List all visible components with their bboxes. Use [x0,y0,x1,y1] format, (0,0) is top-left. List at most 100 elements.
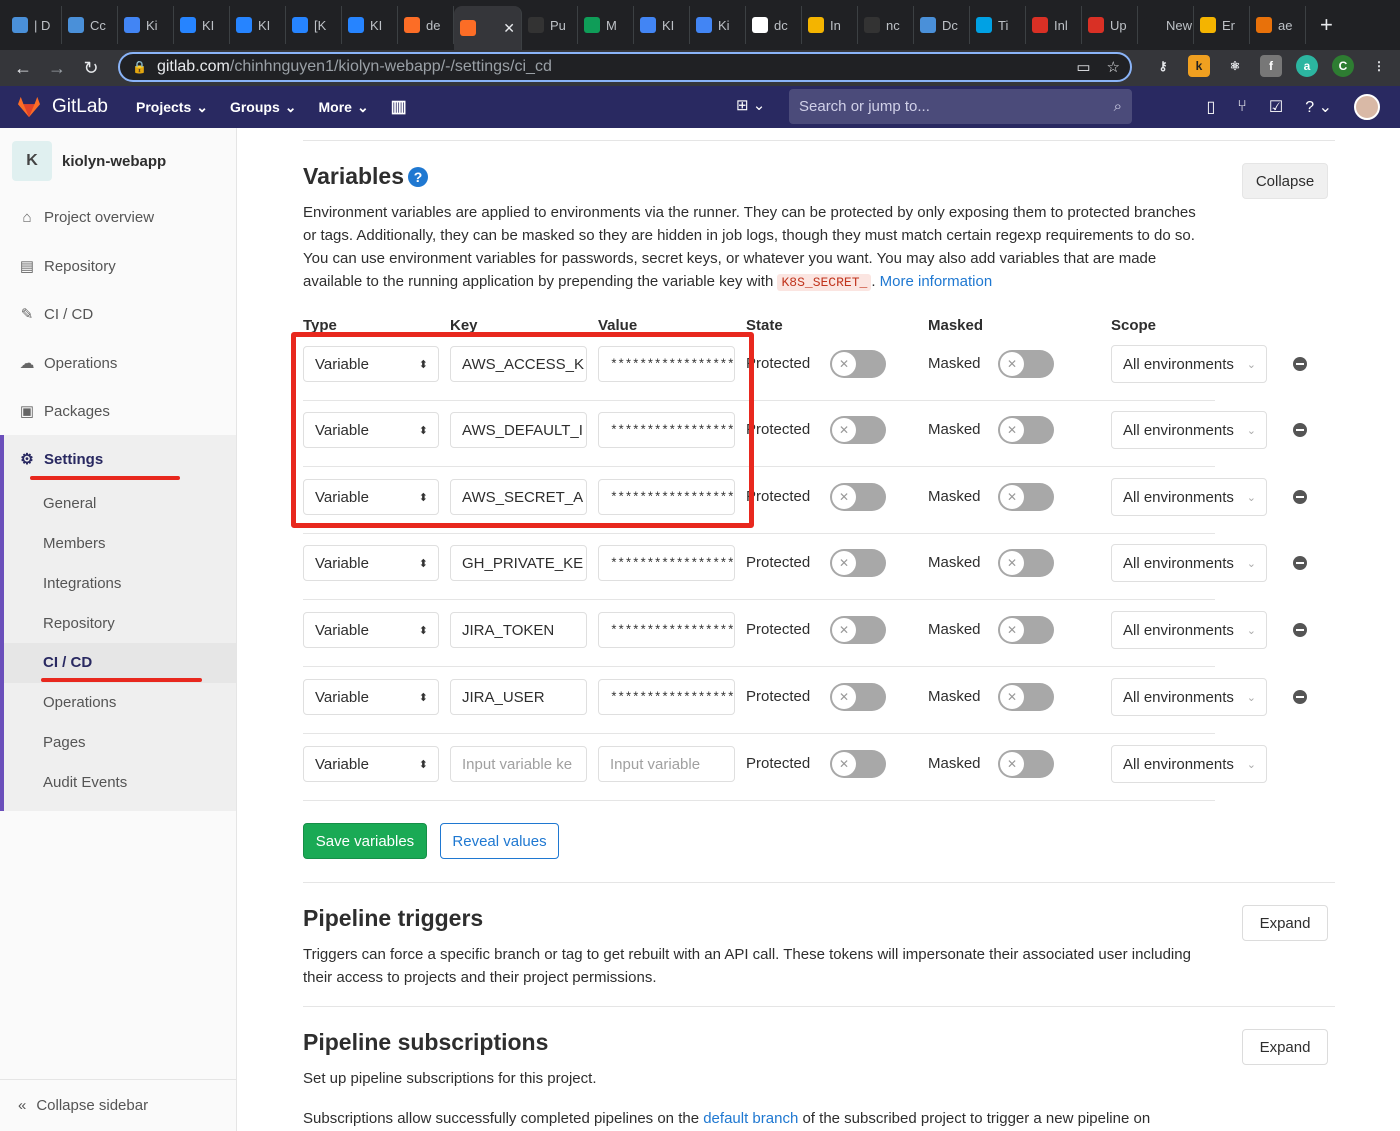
activity-chart-icon[interactable]: ▥ [391,97,407,117]
browser-tab[interactable]: Er [1194,6,1250,44]
merge-requests-icon[interactable]: ⑂ [1237,98,1247,116]
reload-icon[interactable]: ↻ [74,58,108,79]
sidebar-sub-pages[interactable]: Pages [43,734,86,751]
sidebar-sub-general[interactable]: General [43,495,96,512]
collapse-button[interactable]: Collapse [1242,163,1328,199]
browser-tab[interactable]: Cc [62,6,118,44]
more-menu[interactable]: More ⌄ [318,99,368,116]
browser-tab[interactable]: KI [174,6,230,44]
sidebar-sub-repository[interactable]: Repository [43,615,115,632]
remove-variable-icon[interactable] [1293,357,1307,371]
scope-dropdown[interactable]: All environments ⌄ [1111,544,1267,582]
scope-dropdown[interactable]: All environments ⌄ [1111,611,1267,649]
more-information-link[interactable]: More information [880,273,993,290]
back-icon[interactable]: ← [6,58,40,79]
remove-variable-icon[interactable] [1293,623,1307,637]
key-extension-icon[interactable]: ⚷ [1152,55,1174,77]
browser-tab[interactable]: New T [1138,6,1194,44]
browser-tab[interactable]: In [802,6,858,44]
type-select[interactable]: Variable ⬍ [303,545,439,581]
sidebar-item-operations[interactable]: ☁ Operations [0,343,236,383]
browser-tab[interactable]: KI [634,6,690,44]
browser-tab[interactable]: KI [230,6,286,44]
browser-tab-active[interactable]: ✕ [454,6,522,50]
gitlab-logo-icon[interactable] [16,96,42,118]
scope-dropdown[interactable]: All environments ⌄ [1111,345,1267,383]
masked-toggle[interactable]: ✕ [998,616,1054,644]
protected-toggle[interactable]: ✕ [830,683,886,711]
browser-tab[interactable]: de [398,6,454,44]
remove-variable-icon[interactable] [1293,556,1307,570]
scope-dropdown[interactable]: All environments ⌄ [1111,478,1267,516]
reveal-values-button[interactable]: Reveal values [440,823,559,859]
help-icon[interactable]: ? ⌄ [1305,97,1332,117]
browser-tab[interactable]: ae [1250,6,1306,44]
key-input[interactable]: JIRA_TOKEN [450,612,587,648]
remove-variable-icon[interactable] [1293,690,1307,704]
forward-icon[interactable]: → [40,58,74,79]
sidebar-item-packages[interactable]: ▣ Packages [0,391,236,431]
browser-tab[interactable]: Ki [118,6,174,44]
gitlab-brand[interactable]: GitLab [52,96,108,118]
address-bar[interactable]: 🔒 gitlab.com/chinhnguyen1/kiolyn-webapp/… [118,52,1132,82]
scope-dropdown[interactable]: All environments ⌄ [1111,678,1267,716]
facebook-extension-icon[interactable]: f [1260,55,1282,77]
sidebar-item-repository[interactable]: ▤ Repository [0,246,236,286]
protected-toggle[interactable]: ✕ [830,416,886,444]
help-circle-icon[interactable]: ? [408,167,429,187]
expand-triggers-button[interactable]: Expand [1242,905,1328,941]
masked-toggle[interactable]: ✕ [998,683,1054,711]
protected-toggle[interactable]: ✕ [830,483,886,511]
browser-tab[interactable]: | D [6,6,62,44]
protected-toggle[interactable]: ✕ [830,750,886,778]
browser-tab[interactable]: [K [286,6,342,44]
issues-icon[interactable]: ▯ [1206,97,1215,117]
remove-variable-icon[interactable] [1293,423,1307,437]
sidebar-sub-audit-events[interactable]: Audit Events [43,774,127,791]
scope-dropdown[interactable]: All environments ⌄ [1111,745,1267,783]
sidebar-item-project-overview[interactable]: ⌂ Project overview [0,197,236,237]
masked-toggle[interactable]: ✕ [998,483,1054,511]
value-input[interactable]: ***************** [598,679,735,715]
groups-menu[interactable]: Groups ⌄ [230,99,297,116]
masked-toggle[interactable]: ✕ [998,549,1054,577]
type-select[interactable]: Variable ⬍ [303,746,439,782]
expand-subscriptions-button[interactable]: Expand [1242,1029,1328,1065]
value-textarea[interactable]: Input variable [598,746,735,782]
todos-icon[interactable]: ☑ [1269,97,1283,117]
value-input[interactable]: ***************** [598,545,735,581]
sidebar-sub-members[interactable]: Members [43,535,106,552]
user-avatar[interactable] [1354,94,1380,120]
scope-dropdown[interactable]: All environments ⌄ [1111,411,1267,449]
type-select[interactable]: Variable ⬍ [303,612,439,648]
search-input[interactable]: Search or jump to... ⌕ [789,89,1132,124]
browser-tab[interactable]: KI [342,6,398,44]
protected-toggle[interactable]: ✕ [830,549,886,577]
a-extension-icon[interactable]: a [1296,55,1318,77]
close-tab-icon[interactable]: ✕ [503,20,515,37]
protected-toggle[interactable]: ✕ [830,350,886,378]
sidebar-sub-operations[interactable]: Operations [43,694,116,711]
projects-menu[interactable]: Projects ⌄ [136,99,208,116]
new-tab-icon[interactable]: + [1320,12,1333,38]
browser-menu-icon[interactable]: ⋮ [1368,55,1390,77]
key-input[interactable]: Input variable ke [450,746,587,782]
masked-toggle[interactable]: ✕ [998,416,1054,444]
react-extension-icon[interactable]: ⚛ [1224,55,1246,77]
bookmark-star-icon[interactable]: ☆ [1107,58,1120,76]
browser-tab[interactable]: nc [858,6,914,44]
remove-variable-icon[interactable] [1293,490,1307,504]
key-input[interactable]: JIRA_USER [450,679,587,715]
new-item-dropdown-icon[interactable]: ⊞ ⌄ [736,96,765,114]
collapse-sidebar-button[interactable]: «Collapse sidebar [0,1079,236,1131]
browser-tab[interactable]: Dc [914,6,970,44]
browser-tab[interactable]: Up [1082,6,1138,44]
project-header[interactable]: K kiolyn-webapp [0,128,236,194]
browser-tab[interactable]: M [578,6,634,44]
k-extension-icon[interactable]: k [1188,55,1210,77]
sidebar-sub-cicd[interactable]: CI / CD [43,654,92,671]
browser-tab[interactable]: Inl [1026,6,1082,44]
browser-tab[interactable]: Pu [522,6,578,44]
profile-avatar[interactable]: C [1332,55,1354,77]
key-input[interactable]: GH_PRIVATE_KE [450,545,587,581]
